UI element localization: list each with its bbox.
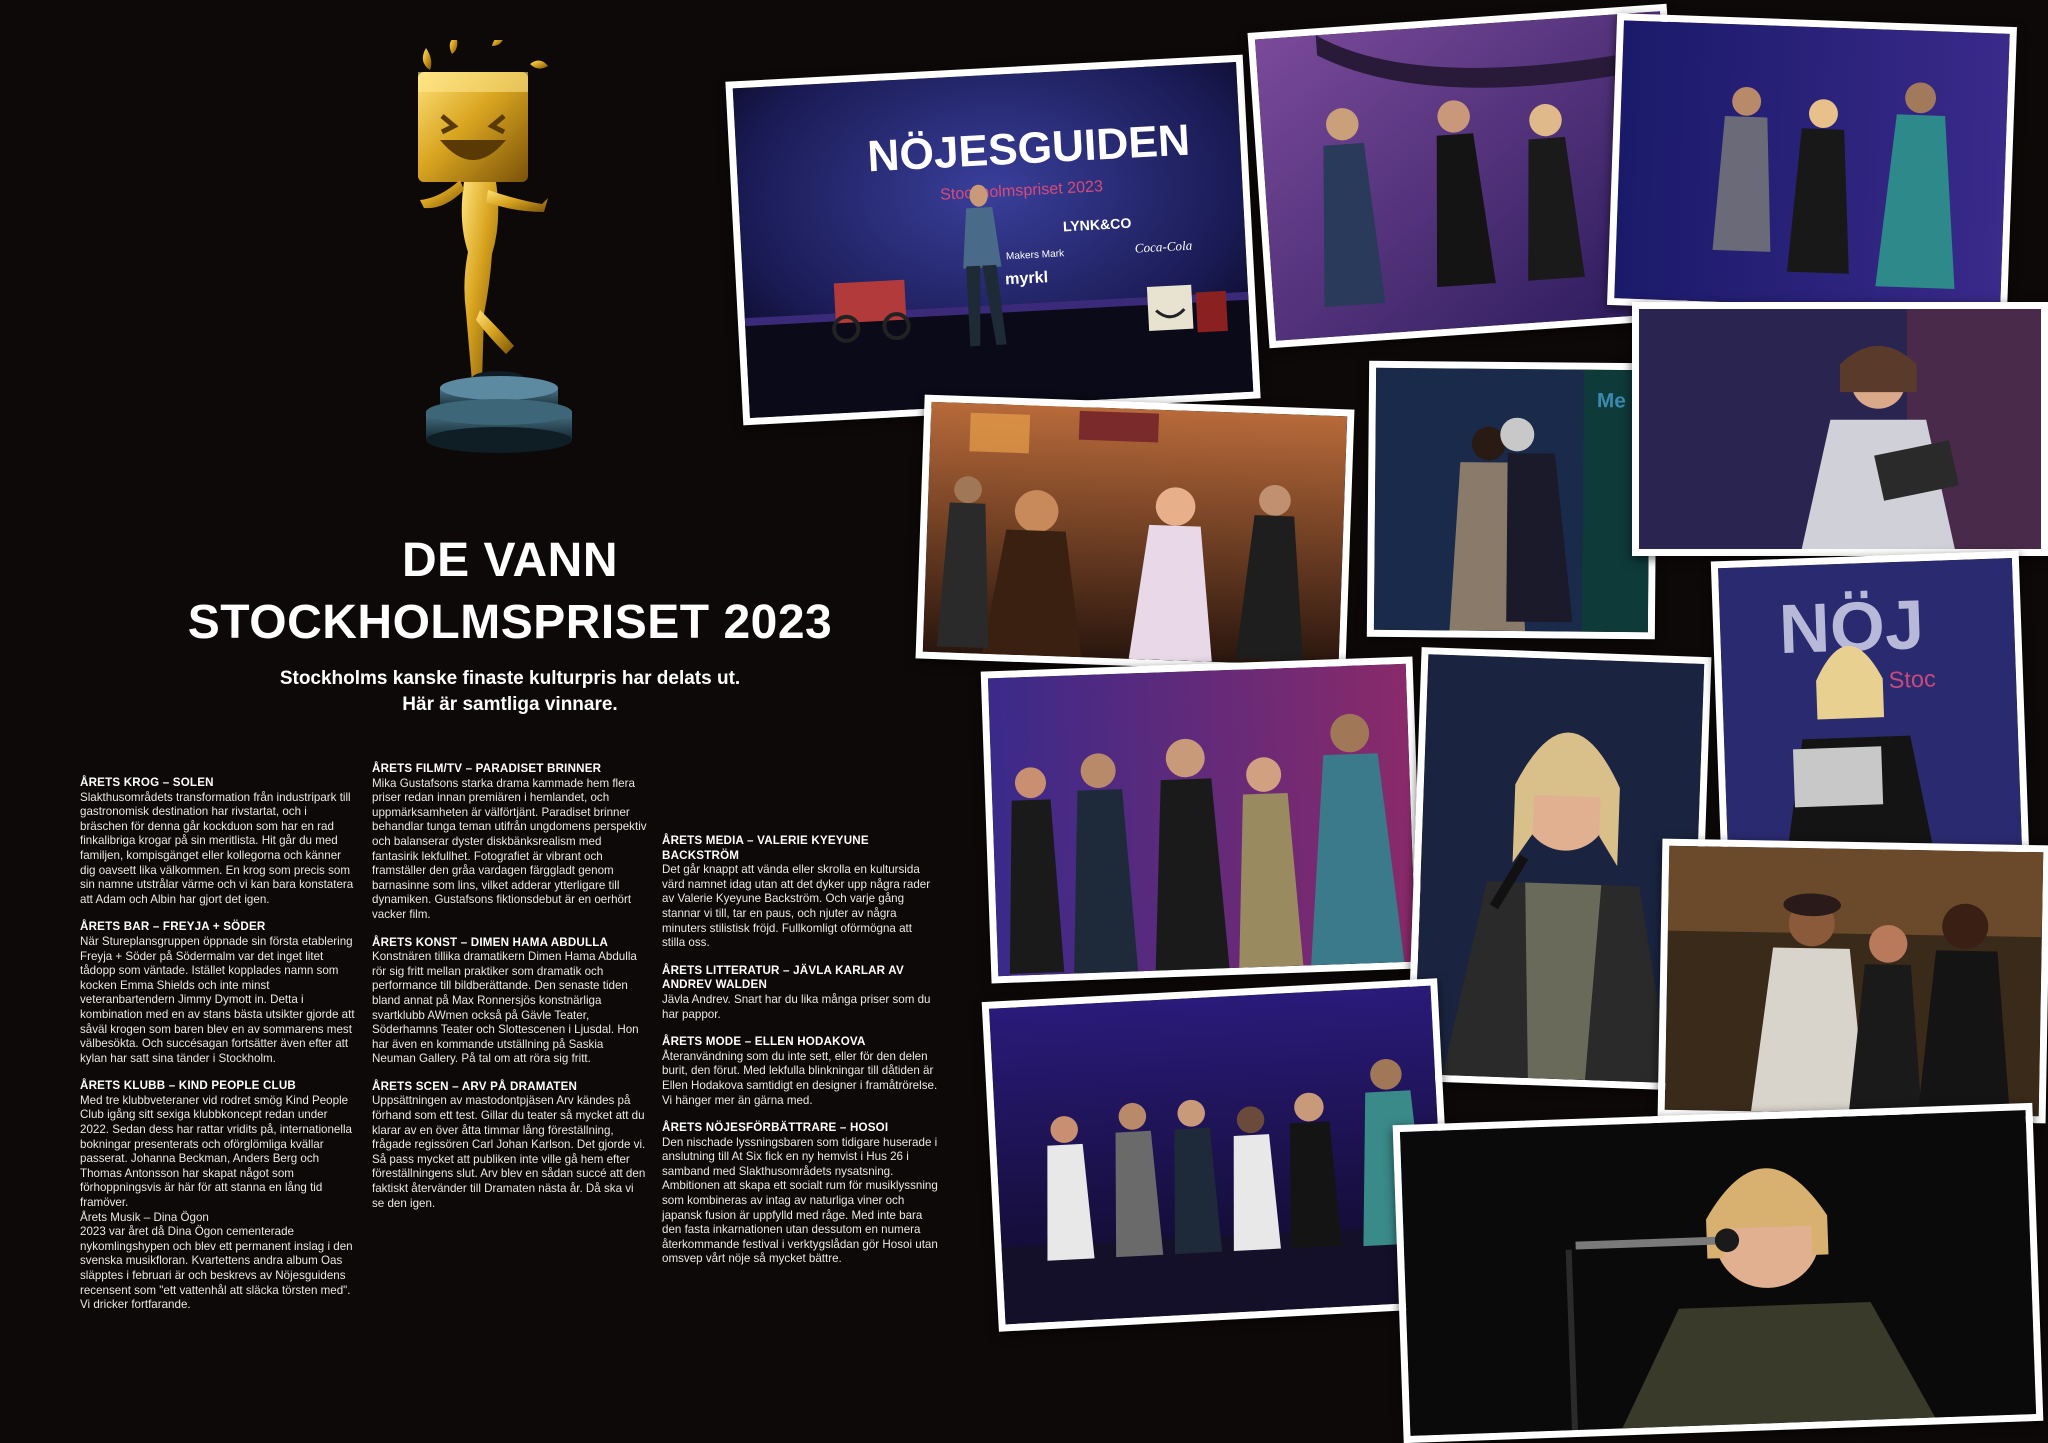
intro-line-2: Här är samtliga vinnare.: [402, 694, 618, 715]
photo-crowd: [915, 394, 1355, 674]
award-section: Årets nöjesförbättrare – Hosoi Den nisch…: [662, 1121, 938, 1267]
sponsor-logo: myrkl: [1005, 268, 1049, 288]
photo-stage-group-wide: [981, 978, 1455, 1332]
award-section: Årets scen – Arv på Dramaten Uppsättning…: [372, 1080, 648, 1211]
award-section: Årets media – Valerie Kyeyune Backström …: [662, 834, 938, 951]
stage-sign-text: Me: [1597, 389, 1626, 412]
award-section: Årets konst – Dimen Hama Abdulla Konstnä…: [372, 936, 648, 1067]
award-text: Konstnären tillika dramatikern Dimen Ham…: [372, 950, 639, 1066]
award-text: Slakthusområdets transformation från ind…: [80, 790, 354, 906]
photo-award-moment: [1607, 13, 2017, 319]
award-heading: Årets litteratur – Jävla karlar av Andre…: [662, 963, 904, 992]
article-column-1: Årets krog – Solen Slakthusområdets tran…: [80, 776, 356, 1326]
award-text: Med tre klubbveteraner vid rodret smög K…: [80, 1093, 352, 1210]
photo-trio: [1657, 838, 2048, 1124]
magazine-spread: DE VANN STOCKHOLMSPRISET 2023 Stockholms…: [0, 0, 2048, 1443]
article-column-2: Årets film/tv – Paradiset brinner Mika G…: [372, 762, 648, 1224]
award-text: Det går knappt att vända eller skrolla e…: [662, 863, 931, 950]
award-section: Årets klubb – Kind People Club Med tre k…: [80, 1079, 356, 1313]
award-text: Jävla Andrev. Snart har du lika många pr…: [662, 992, 931, 1021]
title-line-2: STOCKHOLMSPRISET 2023: [187, 596, 833, 650]
award-heading: Årets scen – Arv på Dramaten: [372, 1079, 578, 1093]
award-section: Årets litteratur – Jävla karlar av Andre…: [662, 964, 938, 1022]
photo-winner-plaque: NÖJ Stoc: [1710, 550, 2030, 866]
photo-stage-host: NÖJESGUIDEN Stockholmspriset 2023 LYNK&C…: [725, 54, 1261, 426]
sponsor-logo: Coca-Cola: [1134, 238, 1193, 256]
award-heading: Årets media – Valerie Kyeyune Backström: [662, 834, 869, 862]
award-text: Mika Gustafsons starka drama kammade hem…: [372, 776, 647, 921]
award-section: Årets mode – Ellen Hodakova Återanvändni…: [662, 1035, 938, 1108]
trophy-image: [418, 40, 572, 453]
award-section: Årets film/tv – Paradiset brinner Mika G…: [372, 762, 648, 923]
award-text: Den nischade lyssningsbaren som tidigare…: [662, 1135, 938, 1266]
award-heading: Årets nöjesförbättrare – Hosoi: [662, 1121, 889, 1135]
photo-hug: Me: [1366, 360, 1658, 640]
photo-group-stage: [980, 656, 1424, 984]
article-column-3: Årets media – Valerie Kyeyune Backström …: [662, 834, 938, 1280]
award-text: Återanvändning som du inte sett, eller f…: [662, 1049, 938, 1107]
award-heading: Årets krog – Solen: [80, 776, 214, 789]
intro-line-1: Stockholms kanske finaste kulturpris har…: [279, 668, 741, 689]
photo-host-with-mic: [1632, 302, 2048, 556]
award-section: Årets bar – Freyja + Söder När Stureplan…: [80, 920, 356, 1066]
award-heading: Årets bar – Freyja + Söder: [80, 920, 266, 934]
award-heading: Årets konst – Dimen Hama Abdulla: [372, 935, 609, 949]
award-heading: Årets film/tv – Paradiset brinner: [372, 762, 602, 775]
award-text: 2023 var året då Dina Ögon cementerade n…: [80, 1225, 353, 1312]
award-heading: Årets mode – Ellen Hodakova: [662, 1035, 866, 1049]
intro-text: Stockholms kanske finaste kulturpris har…: [150, 666, 870, 718]
award-text: Uppsättningen av mastodontpjäsen Arv kän…: [372, 1094, 646, 1210]
stage-event-fragment: Stoc: [1888, 665, 1936, 692]
title-line-1: DE VANN: [402, 534, 618, 588]
award-subheading: Årets Musik – Dina Ögon: [80, 1210, 209, 1224]
photo-singer: [1392, 1102, 2044, 1443]
award-heading: Årets klubb – Kind People Club: [80, 1079, 296, 1093]
award-text: När Stureplansgruppen öppnade sin första…: [80, 934, 355, 1065]
award-section: Årets krog – Solen Slakthusområdets tran…: [80, 776, 356, 907]
page-title: DE VANN STOCKHOLMSPRISET 2023: [150, 530, 870, 654]
